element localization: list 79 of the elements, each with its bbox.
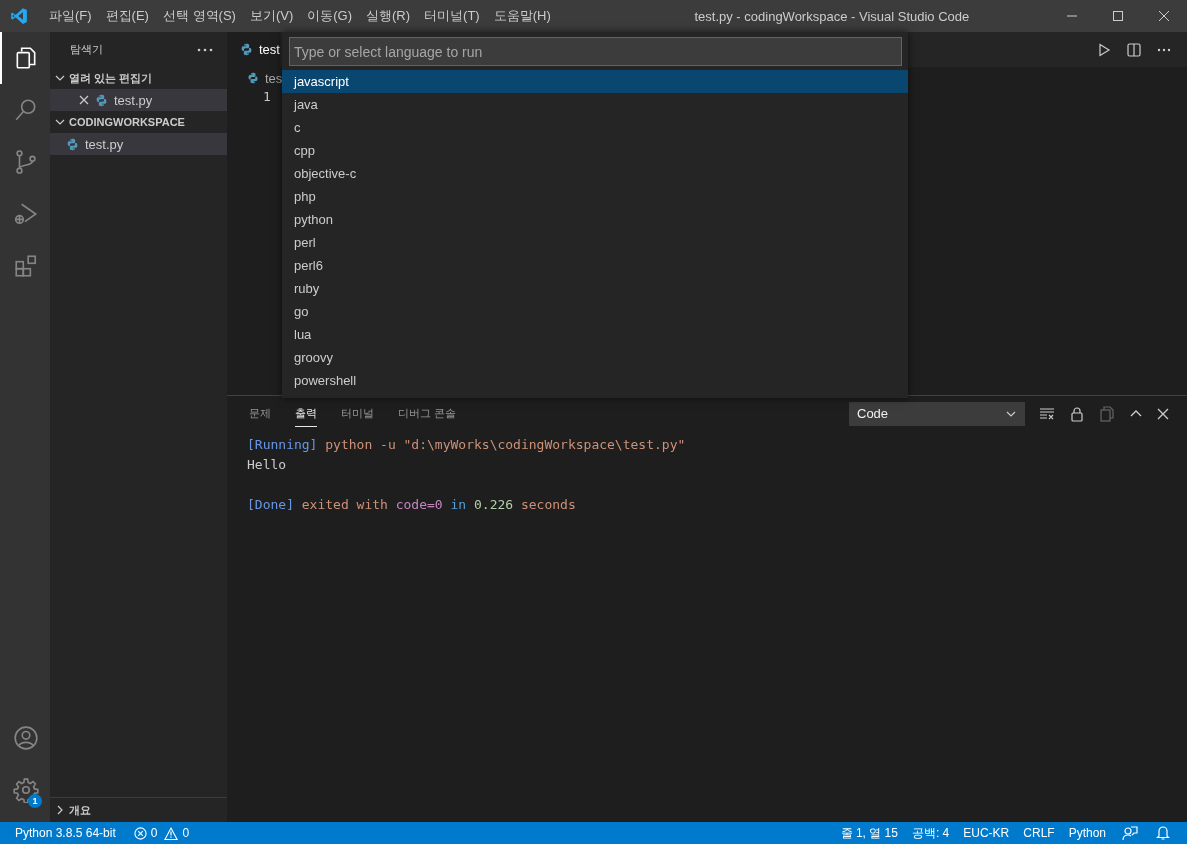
split-editor-icon[interactable] — [1127, 42, 1141, 57]
account-icon — [13, 725, 39, 751]
language-option[interactable]: cpp — [282, 139, 908, 162]
feedback-icon[interactable] — [1122, 825, 1138, 841]
line-ending-status[interactable]: CRLF — [1016, 826, 1062, 840]
python-file-icon — [240, 43, 253, 56]
python-file-icon — [247, 72, 259, 84]
file-name: test.py — [114, 92, 153, 108]
menu-item[interactable]: 도움말(H) — [486, 7, 558, 25]
cursor-position[interactable]: 줄 1, 열 15 — [833, 824, 905, 842]
panel-tab[interactable]: 디버그 콘솔 — [398, 400, 457, 427]
language-option[interactable]: groovy — [282, 346, 908, 369]
editor-tab[interactable]: test — [227, 32, 280, 67]
more-icon[interactable] — [1157, 47, 1171, 52]
language-option[interactable]: php — [282, 185, 908, 208]
language-option[interactable]: python — [282, 208, 908, 231]
panel-tab[interactable]: 문제 — [249, 400, 271, 427]
lock-icon[interactable] — [1069, 405, 1085, 422]
app-logo-icon — [10, 7, 28, 25]
warning-icon — [164, 826, 179, 840]
maximize-icon[interactable] — [1112, 10, 1124, 22]
interpreter-status[interactable]: Python 3.8.5 64-bit — [8, 826, 123, 840]
menu-item[interactable]: 파일(F) — [42, 7, 99, 25]
error-count: 0 — [150, 826, 158, 840]
output-line: [Running] python -u "d:\myWorks\codingWorkspace\test.py" — [247, 436, 687, 454]
menu-item[interactable]: 이동(G) — [300, 7, 360, 25]
sidebar-title: 탐색기 — [70, 42, 103, 57]
bell-icon[interactable] — [1156, 825, 1170, 841]
file-item[interactable]: test.py — [50, 133, 227, 155]
encoding-status[interactable]: EUC-KR — [956, 826, 1017, 840]
language-option[interactable]: c — [282, 116, 908, 139]
file-name: test.py — [85, 136, 124, 152]
menu-item[interactable]: 편집(E) — [98, 7, 156, 25]
more-icon[interactable] — [197, 47, 213, 52]
panel-tab[interactable]: 출력 — [295, 400, 317, 427]
output-line: [Done] exited with code=0 in 0.226 seconds — [247, 496, 577, 514]
notification-badge: 1 — [28, 794, 42, 808]
close-icon[interactable] — [79, 95, 89, 105]
menu-item[interactable]: 실행(R) — [359, 7, 418, 25]
language-option[interactable]: perl — [282, 231, 908, 254]
error-icon — [133, 826, 147, 840]
settings-button[interactable]: 1 — [0, 764, 50, 816]
language-status[interactable]: Python — [1061, 826, 1113, 840]
close-icon[interactable] — [1158, 10, 1170, 22]
breadcrumb[interactable]: tes — [265, 70, 283, 86]
indentation-status[interactable]: 공백: 4 — [904, 824, 957, 842]
menu-item[interactable]: 터미널(T) — [417, 7, 487, 25]
language-option[interactable]: java — [282, 93, 908, 116]
language-option[interactable]: go — [282, 300, 908, 323]
language-option[interactable]: javascript — [282, 70, 908, 93]
play-bug-icon — [13, 201, 39, 227]
run-icon[interactable] — [1097, 42, 1111, 57]
language-option[interactable]: ruby — [282, 277, 908, 300]
problems-status[interactable]: 0 0 — [126, 826, 197, 840]
settings-icon — [13, 777, 39, 803]
menu-item[interactable]: 보기(V) — [242, 7, 301, 25]
window-title: test.py - codingWorkspace - Visual Studio Code — [693, 8, 971, 24]
copy-icon[interactable] — [1099, 405, 1115, 422]
output-line: Hello — [247, 456, 288, 474]
close-icon[interactable] — [1157, 407, 1169, 420]
output-channel-dropdown[interactable]: Code — [849, 401, 1025, 426]
tab-label: test — [259, 42, 280, 57]
language-option[interactable]: powershell — [282, 369, 908, 392]
clear-output-icon[interactable] — [1039, 405, 1055, 422]
extensions-icon — [13, 253, 39, 279]
language-option[interactable]: lua — [282, 323, 908, 346]
language-option[interactable]: perl6 — [282, 254, 908, 277]
python-file-icon — [95, 93, 108, 107]
language-search-field[interactable]: Type or select language to run — [289, 37, 902, 66]
line-number: 1 — [263, 89, 272, 104]
language-option[interactable]: objective-c — [282, 162, 908, 185]
section-header[interactable]: 열려 있는 편집기 — [50, 67, 227, 89]
panel-tab[interactable]: 터미널 — [341, 400, 374, 427]
section-header[interactable]: CODINGWORKSPACE — [50, 111, 227, 133]
menu-item[interactable]: 선택 영역(S) — [155, 7, 243, 25]
python-file-icon — [66, 137, 79, 151]
branch-icon — [13, 149, 39, 175]
file-item[interactable]: test.py — [50, 89, 227, 111]
warning-count: 0 — [182, 826, 190, 840]
